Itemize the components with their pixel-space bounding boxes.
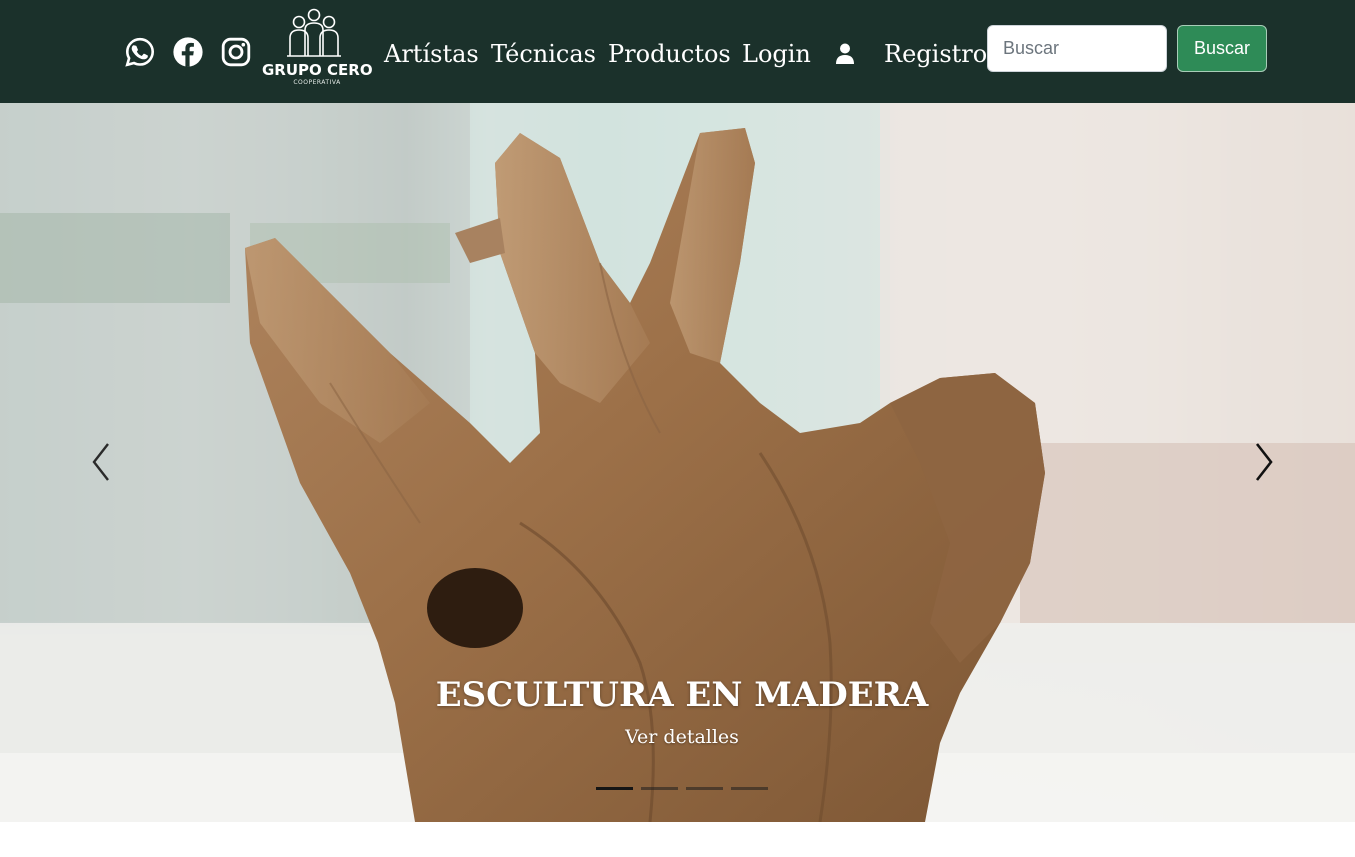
search-button[interactable]: Buscar: [1177, 25, 1267, 72]
nav-register[interactable]: Registro: [884, 38, 987, 70]
hero-carousel: ESCULTURA EN MADERA Ver detalles: [0, 103, 1355, 822]
slide-details-link[interactable]: Ver detalles: [0, 726, 1355, 748]
facebook-link[interactable]: [172, 36, 204, 68]
nav-artists[interactable]: Artístas: [384, 38, 479, 70]
search-input[interactable]: [987, 25, 1167, 72]
chevron-right-icon: [1255, 443, 1273, 481]
nav-login[interactable]: Login: [742, 38, 811, 70]
nav-products[interactable]: Productos: [608, 38, 731, 70]
carousel-next-button[interactable]: [1249, 440, 1279, 484]
carousel-prev-button[interactable]: [86, 440, 116, 484]
whatsapp-icon: [125, 37, 155, 67]
facebook-icon: [173, 37, 203, 67]
carousel-indicator-4[interactable]: [731, 787, 768, 790]
navbar: GRUPO CERO COOPERATIVA Artístas Técnicas…: [0, 0, 1355, 103]
carousel-indicator-2[interactable]: [641, 787, 678, 790]
carousel-indicator-3[interactable]: [686, 787, 723, 790]
whatsapp-link[interactable]: [124, 36, 156, 68]
instagram-link[interactable]: [220, 36, 252, 68]
slide-title: ESCULTURA EN MADERA: [435, 675, 929, 715]
brand-logo[interactable]: GRUPO CERO COOPERATIVA: [262, 8, 373, 90]
chevron-left-icon: [92, 443, 109, 481]
nav-techniques[interactable]: Técnicas: [491, 38, 596, 70]
logo-name: GRUPO CERO: [262, 61, 373, 79]
user-icon[interactable]: [835, 43, 855, 65]
logo-subtitle: COOPERATIVA: [293, 79, 341, 86]
carousel-indicator-1[interactable]: [596, 787, 633, 790]
instagram-icon: [221, 37, 251, 67]
people-group-icon: [287, 8, 341, 57]
